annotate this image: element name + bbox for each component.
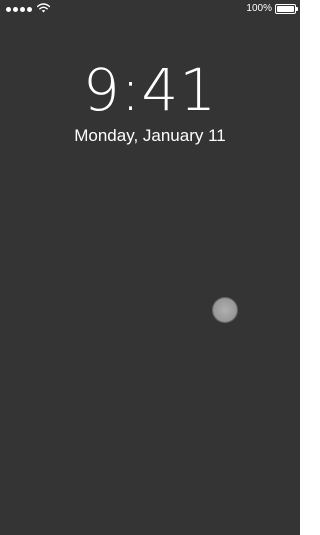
- signal-dot: [27, 6, 32, 12]
- battery-indicator: 100%: [246, 3, 298, 15]
- signal-dot: [13, 6, 18, 12]
- signal-dots-icon: [6, 6, 32, 12]
- lock-screen: 100% 9:41 Monday, January 11: [0, 0, 300, 535]
- lock-screen-date: Monday, January 11: [74, 126, 226, 145]
- battery-percent: 100%: [246, 3, 272, 14]
- battery-icon: [275, 4, 298, 14]
- status-bar: 100%: [0, 0, 300, 18]
- wifi-icon: [37, 3, 50, 13]
- signal-dot: [20, 6, 25, 12]
- battery-tip: [296, 7, 298, 11]
- signal-dot: [6, 6, 11, 12]
- lock-screen-time: 9:41: [82, 56, 218, 124]
- battery-fill: [277, 6, 294, 12]
- touch-indicator: [213, 298, 237, 322]
